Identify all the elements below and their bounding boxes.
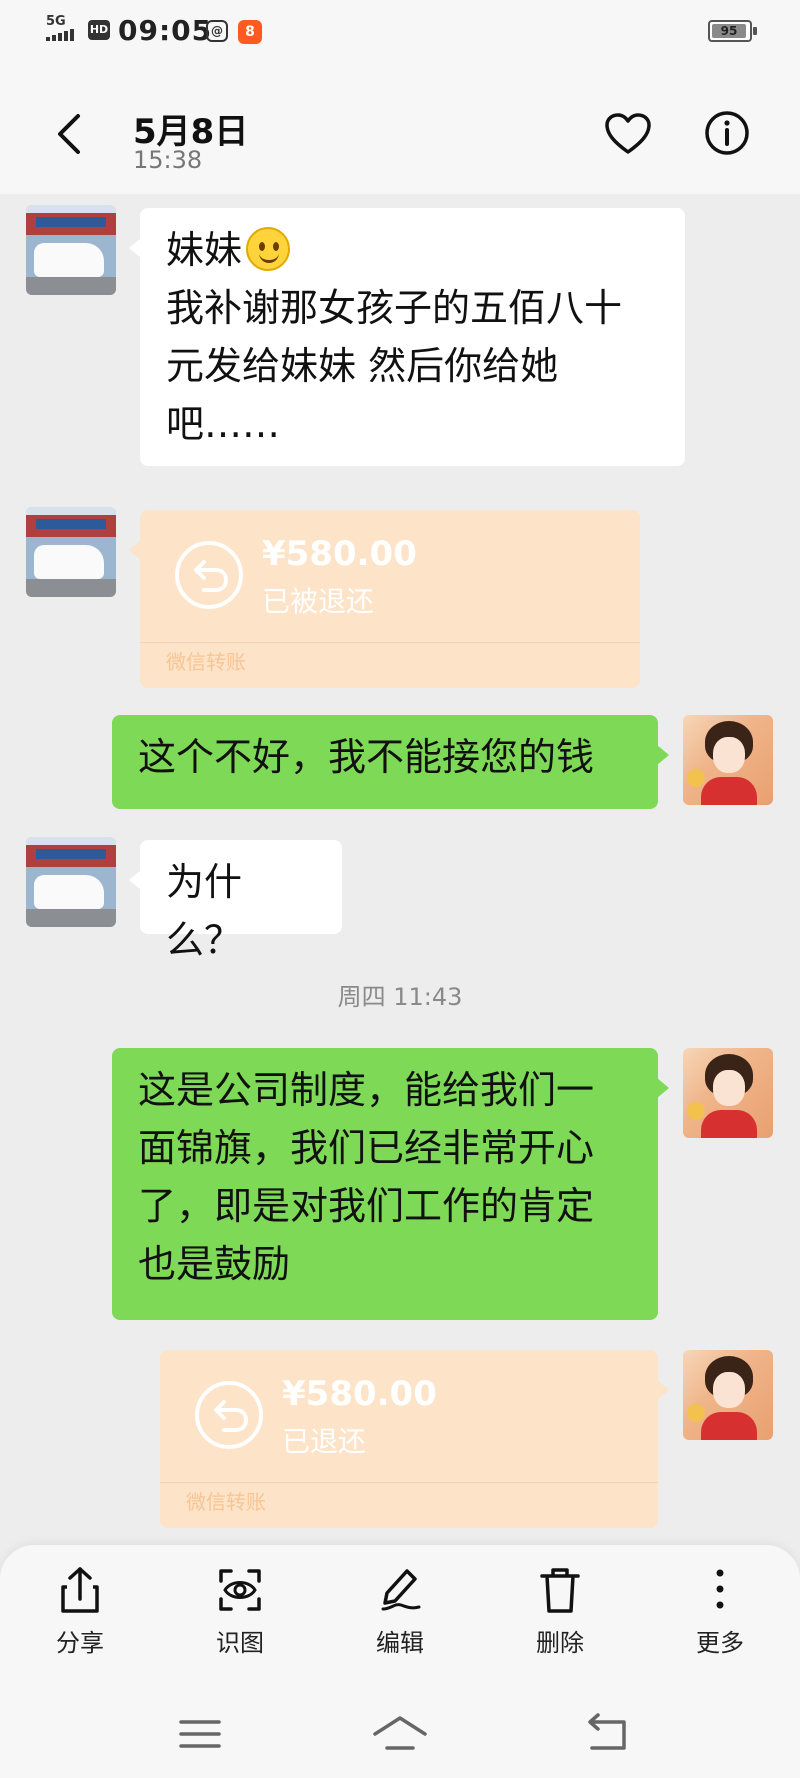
avatar[interactable] (26, 507, 116, 597)
more-label: 更多 (696, 1629, 744, 1657)
heart-icon[interactable] (604, 112, 652, 156)
transfer-brand: 微信转账 (166, 650, 246, 674)
time-divider: 周四 11:43 (337, 983, 463, 1011)
hd-badge: HD (88, 20, 110, 40)
menu-icon[interactable] (165, 1706, 235, 1762)
message-text: 面锦旗，我们已经非常开心 (138, 1126, 595, 1170)
status-bar: 5G HD 09:05 @ 8 95 (0, 0, 800, 64)
message-text: 也是鼓励 (138, 1242, 291, 1286)
back-icon[interactable] (52, 112, 88, 156)
edit-button[interactable]: 编辑 (340, 1565, 460, 1675)
more-button[interactable]: 更多 (660, 1565, 780, 1675)
avatar[interactable] (26, 837, 116, 927)
message-bubble[interactable]: 这是公司制度，能给我们一 面锦旗，我们已经非常开心 了，即是对我们工作的肯定 也… (112, 1048, 669, 1320)
info-icon[interactable] (704, 110, 750, 156)
at-icon: @ (206, 20, 228, 42)
transfer-brand: 微信转账 (186, 1490, 266, 1514)
smiley-emoji-icon (246, 227, 291, 271)
avatar[interactable] (683, 1350, 773, 1440)
system-nav-bar (0, 1690, 800, 1778)
scan-image-icon (219, 1569, 261, 1611)
app-notification-icon: 8 (238, 20, 262, 44)
message-text: 为什么？ (166, 860, 243, 962)
message-text: 这是公司制度，能给我们一 (138, 1068, 595, 1112)
battery-icon: 95 (708, 20, 757, 42)
transfer-return-icon (175, 541, 243, 609)
message-text: 妹妹 (166, 228, 243, 272)
transfer-return-icon (195, 1381, 263, 1449)
message-bubble[interactable]: 这个不好，我不能接您的钱 (112, 715, 669, 809)
battery-level: 95 (712, 24, 746, 38)
viewer-header: 5月8日 15:38 (0, 64, 800, 194)
recognize-button[interactable]: 识图 (180, 1565, 300, 1675)
message-text: 这个不好，我不能接您的钱 (138, 735, 595, 779)
transfer-card[interactable]: ¥580.00 已被退还 微信转账 (129, 510, 640, 688)
transfer-status: 已退还 (282, 1425, 367, 1458)
back-nav-icon[interactable] (570, 1706, 640, 1762)
avatar[interactable] (26, 205, 116, 295)
avatar[interactable] (683, 715, 773, 805)
transfer-status: 已被退还 (262, 585, 375, 618)
message-text: 吧…… (166, 402, 281, 446)
transfer-card[interactable]: ¥580.00 已退还 微信转账 (160, 1350, 669, 1528)
edit-pen-icon (381, 1569, 421, 1611)
share-label: 分享 (56, 1629, 104, 1657)
message-text: 我补谢那女孩子的五佰八十 (166, 286, 623, 330)
message-bubble[interactable]: 妹妹 我补谢那女孩子的五佰八十 元发给妹妹 然后你给她 吧…… (129, 208, 685, 466)
message-bubble[interactable]: 为什么？ (129, 840, 342, 962)
message-text: 了，即是对我们工作的肯定 (138, 1184, 595, 1228)
recognize-label: 识图 (216, 1629, 264, 1657)
signal-icon (46, 29, 74, 41)
avatar[interactable] (683, 1048, 773, 1138)
transfer-amount: ¥580.00 (282, 1374, 437, 1414)
share-button[interactable]: 分享 (20, 1565, 140, 1675)
page-subtitle: 15:38 (133, 146, 203, 174)
edit-label: 编辑 (376, 1629, 424, 1657)
delete-label: 删除 (536, 1629, 584, 1657)
share-icon (61, 1567, 99, 1613)
home-icon[interactable] (365, 1706, 435, 1762)
more-dots-icon (716, 1569, 724, 1609)
transfer-amount: ¥580.00 (262, 534, 417, 574)
network-type: 5G (46, 14, 66, 29)
clock: 09:05 (118, 14, 213, 47)
message-text: 元发给妹妹 然后你给她 (166, 344, 559, 388)
trash-icon (540, 1568, 580, 1613)
delete-button[interactable]: 删除 (500, 1565, 620, 1675)
